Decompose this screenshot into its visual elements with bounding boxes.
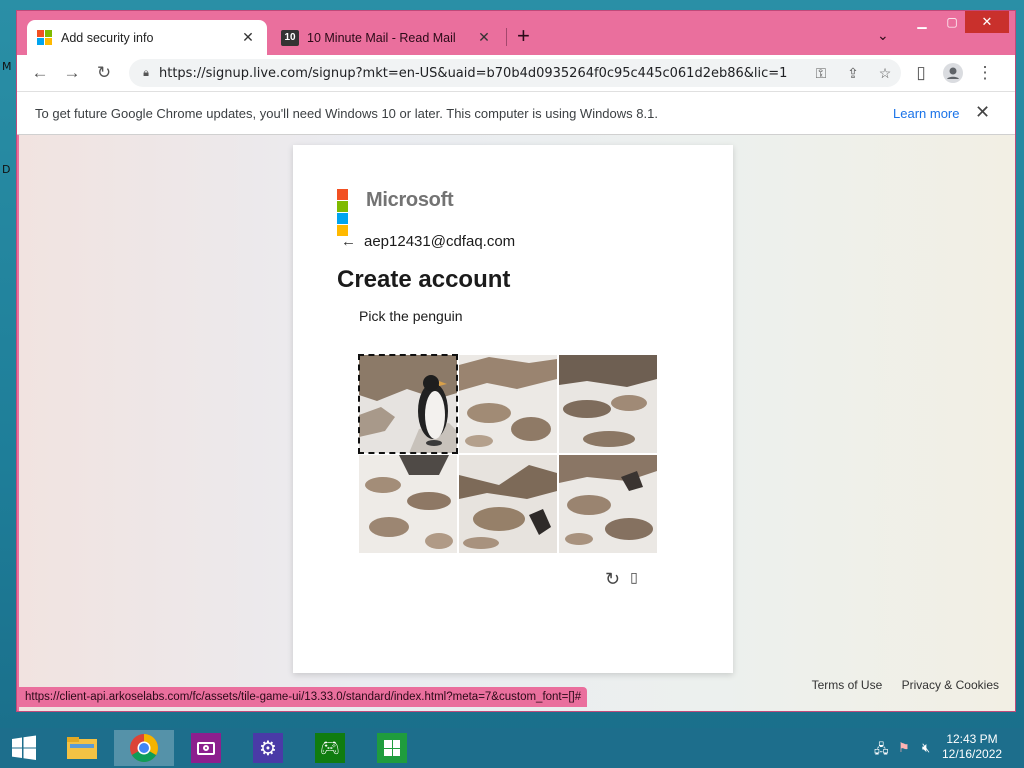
taskbar-camera[interactable] <box>176 730 236 766</box>
penguin-image <box>359 355 457 453</box>
new-tab-button[interactable]: + <box>517 25 530 47</box>
profile-avatar-icon[interactable] <box>942 62 964 84</box>
identity-banner: ← aep12431@cdfaq.com <box>341 233 515 250</box>
status-bubble: https://client-api.arkoselabs.com/fc/ass… <box>19 687 588 707</box>
rocky-snow-image <box>459 455 557 553</box>
captcha-tile-5[interactable] <box>459 455 557 553</box>
tab-title: 10 Minute Mail - Read Mail <box>307 30 456 45</box>
page-viewport: Microsoft ← aep12431@cdfaq.com Create ac… <box>19 135 1015 711</box>
folder-icon <box>67 737 97 759</box>
start-button[interactable] <box>0 730 48 766</box>
privacy-cookies-link[interactable]: Privacy & Cookies <box>902 678 999 692</box>
captcha-tile-grid <box>358 354 659 555</box>
captcha-actions: ↻ ▯ <box>605 569 638 590</box>
address-bar[interactable]: 🔒︎ https://signup.live.com/signup?mkt=en… <box>129 59 901 87</box>
rocky-snow-image <box>459 355 557 453</box>
url-text[interactable]: https://signup.live.com/signup?mkt=en-US… <box>159 66 805 81</box>
camera-icon <box>191 733 221 763</box>
microsoft-logo-icon <box>37 29 53 46</box>
back-arrow-icon[interactable]: ← <box>29 62 51 84</box>
taskbar-chrome[interactable] <box>114 730 174 766</box>
chrome-window: Add security info ✕ 10 10 Minute Mail - … <box>16 10 1016 712</box>
clock-date: 12/16/2022 <box>942 747 1003 761</box>
store-bag-icon <box>377 733 407 763</box>
taskbar-file-explorer[interactable] <box>52 730 112 766</box>
refresh-icon[interactable]: ↻ <box>605 569 620 590</box>
reload-icon[interactable]: ↻ <box>93 62 115 84</box>
minimize-button[interactable]: ▁ <box>905 11 939 33</box>
clock-time: 12:43 PM <box>946 732 998 746</box>
microsoft-grid-icon <box>337 189 360 236</box>
microsoft-logo: Microsoft <box>337 189 454 236</box>
tab-separator <box>506 28 507 46</box>
forward-arrow-icon[interactable]: → <box>61 62 83 84</box>
taskbar-xbox[interactable]: 🎮︎ <box>300 730 360 766</box>
chrome-icon <box>130 734 158 762</box>
captcha-tile-3[interactable] <box>559 355 657 453</box>
infobar-message: To get future Google Chrome updates, you… <box>35 106 658 121</box>
captcha-prompt: Pick the penguin <box>359 308 463 324</box>
tab-10-minute-mail[interactable]: 10 10 Minute Mail - Read Mail ✕ <box>271 20 503 55</box>
captcha-tile-2[interactable] <box>459 355 557 453</box>
footer-links: Terms of Use Privacy & Cookies <box>796 678 999 692</box>
gear-icon: ⚙ <box>253 733 283 763</box>
system-clock[interactable]: 12:43 PM 12/16/2022 <box>942 732 1002 762</box>
signup-card: Microsoft ← aep12431@cdfaq.com Create ac… <box>293 145 733 673</box>
update-infobar: To get future Google Chrome updates, you… <box>17 91 1015 135</box>
browser-toolbar: ← → ↻ 🔒︎ https://signup.live.com/signup?… <box>17 55 1015 91</box>
taskbar-settings[interactable]: ⚙ <box>238 730 298 766</box>
action-center-flag-icon[interactable]: ⚑ <box>898 740 910 756</box>
lock-icon[interactable]: 🔒︎ <box>133 67 159 80</box>
maximize-button[interactable]: ▢ <box>935 11 969 33</box>
window-close-button[interactable]: ✕ <box>965 11 1009 33</box>
identity-email: aep12431@cdfaq.com <box>364 233 516 250</box>
menu-kebab-icon[interactable]: ⋮ <box>974 62 996 84</box>
network-icon[interactable]: 🖧 <box>874 740 889 762</box>
captcha-tile-6[interactable] <box>559 455 657 553</box>
tab-close-icon[interactable]: ✕ <box>475 29 493 46</box>
terms-of-use-link[interactable]: Terms of Use <box>812 678 883 692</box>
tab-add-security-info[interactable]: Add security info ✕ <box>27 20 267 55</box>
desktop-edge-letter-d: D <box>2 163 11 176</box>
back-arrow-icon[interactable]: ← <box>341 233 356 250</box>
page-title: Create account <box>337 266 511 293</box>
key-icon[interactable]: ⚿ <box>805 65 837 82</box>
game-controller-icon: 🎮︎ <box>315 733 345 763</box>
taskbar: ⚙ 🎮︎ 🖧 ⚑ 🔇︎ 12:43 PM 12/16/2022 <box>0 728 1024 768</box>
captcha-tile-1[interactable] <box>358 354 458 454</box>
volume-muted-icon[interactable]: 🔇︎ <box>922 740 930 756</box>
rocky-snow-image <box>559 455 657 553</box>
infobar-close-icon[interactable]: ✕ <box>975 102 990 123</box>
share-icon[interactable]: ⇪ <box>837 65 869 82</box>
tab-title: Add security info <box>61 30 154 45</box>
rocky-snow-image <box>559 355 657 453</box>
tab-strip: Add security info ✕ 10 10 Minute Mail - … <box>17 11 1015 55</box>
tab-close-icon[interactable]: ✕ <box>239 29 257 46</box>
learn-more-link[interactable]: Learn more <box>893 106 959 121</box>
ten-minute-mail-icon: 10 <box>281 29 299 46</box>
taskbar-store[interactable] <box>362 730 422 766</box>
captcha-tile-4[interactable] <box>359 455 457 553</box>
audio-challenge-icon[interactable]: ▯ <box>630 569 638 590</box>
side-panel-icon[interactable]: ▯ <box>910 62 932 84</box>
rocky-snow-image <box>359 455 457 553</box>
brand-name: Microsoft <box>366 189 454 211</box>
bookmark-star-icon[interactable]: ☆ <box>869 65 901 82</box>
tab-search-chevron-icon[interactable]: ⌄ <box>877 27 889 44</box>
desktop-edge-letter-m: M <box>2 60 12 73</box>
windows-logo-icon <box>12 735 36 760</box>
